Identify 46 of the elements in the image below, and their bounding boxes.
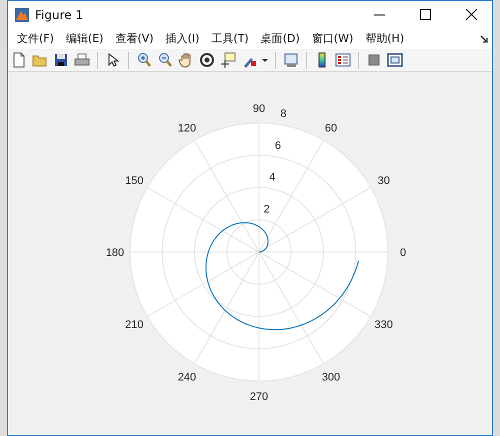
- save-button[interactable]: [52, 51, 70, 69]
- close-icon: [466, 9, 476, 20]
- angle-label: 180: [106, 247, 124, 259]
- save-icon: [53, 52, 69, 68]
- square-icon: [366, 52, 382, 68]
- minimize-icon: [374, 14, 384, 16]
- menu-item[interactable]: 窗口(W): [308, 31, 362, 46]
- menu-item[interactable]: 文件(F): [14, 31, 63, 46]
- legend-icon: [335, 52, 351, 68]
- menu-item[interactable]: 桌面(D): [258, 31, 309, 46]
- angle-label: 210: [125, 319, 144, 331]
- angle-label: 120: [178, 122, 196, 134]
- radius-label: 4: [269, 172, 276, 184]
- caret-icon: [262, 58, 268, 62]
- zoom-in-button[interactable]: [135, 51, 153, 69]
- angle-label: 60: [324, 122, 338, 134]
- legend-button[interactable]: [334, 51, 352, 69]
- printer-icon: [74, 52, 90, 68]
- menu-item[interactable]: 帮助(H): [362, 31, 414, 46]
- arrow-icon[interactable]: [480, 34, 488, 42]
- angle-label: 150: [125, 175, 144, 187]
- angle-label: 30: [378, 175, 390, 187]
- radius-label: 2: [264, 203, 270, 216]
- zoom-out-button[interactable]: [156, 51, 174, 69]
- angle-label: 0: [400, 247, 406, 259]
- radius-label: 8: [280, 108, 287, 120]
- menu-item[interactable]: 工具(T): [208, 31, 258, 46]
- zoom-in-icon: [136, 52, 152, 68]
- new-file-icon: [11, 52, 27, 68]
- angle-label: 330: [374, 319, 393, 331]
- angle-label: 240: [178, 372, 196, 384]
- window-title: Figure 1: [35, 8, 84, 22]
- data-cursor-button[interactable]: [219, 51, 237, 69]
- angle-label: 90: [252, 103, 266, 115]
- angle-label: 300: [322, 372, 340, 384]
- menu-item[interactable]: 插入(I): [162, 31, 208, 46]
- frame-icon: [387, 52, 403, 68]
- angle-label: 270: [250, 391, 268, 403]
- menu-item[interactable]: 查看(V): [112, 31, 163, 46]
- frame-button[interactable]: [386, 51, 404, 69]
- data-cursor-icon: [220, 52, 236, 68]
- radius-label: 6: [274, 140, 281, 152]
- maximize-icon: [420, 9, 430, 20]
- menu-item[interactable]: 编辑(E): [62, 31, 112, 46]
- zoom-out-icon: [157, 52, 173, 68]
- app-logo-icon: [15, 8, 29, 22]
